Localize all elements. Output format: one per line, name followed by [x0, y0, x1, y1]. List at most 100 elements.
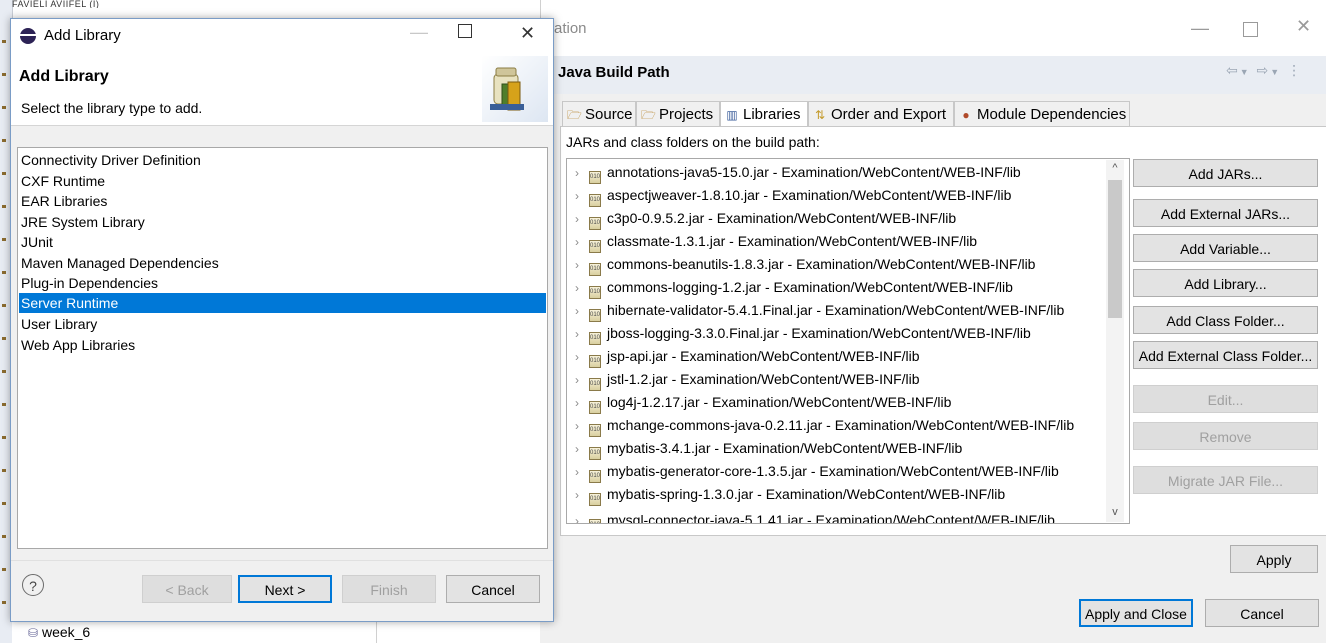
- projects-icon: 🗁: [641, 108, 656, 122]
- back-button[interactable]: < Back: [142, 575, 232, 603]
- jar-file-icon: 010: [589, 171, 601, 184]
- apply-button[interactable]: Apply: [1230, 545, 1318, 573]
- list-item[interactable]: › 010 log4j-1.2.17.jar - Examination/WebCo…: [575, 391, 951, 414]
- list-item[interactable]: › 010 commons-logging-1.2.jar - Examinatio…: [575, 276, 1013, 299]
- back-arrow-icon[interactable]: ⇦: [1226, 62, 1240, 78]
- jar-file-icon: 010: [589, 401, 601, 414]
- background-tick: [2, 271, 6, 274]
- list-item[interactable]: Plug-in Dependencies: [19, 273, 546, 293]
- list-item[interactable]: ›010mysql-connector-java-5.1.41.jar - Ex…: [575, 509, 1055, 523]
- add-jars-button[interactable]: Add JARs...: [1133, 159, 1318, 187]
- tab-libraries[interactable]: ▥ Libraries: [720, 101, 808, 126]
- chevron-right-icon[interactable]: ›: [575, 231, 589, 254]
- next-button[interactable]: Next >: [238, 575, 332, 603]
- chevron-right-icon[interactable]: ›: [575, 300, 589, 323]
- build-path-jar-list[interactable]: › 010 annotations-java5-15.0.jar - Examina…: [566, 158, 1130, 524]
- background-tick: [2, 139, 6, 142]
- jar-file-icon: 010: [589, 263, 601, 276]
- dialog-title: Add Library: [44, 27, 121, 44]
- background-tick: [2, 436, 6, 439]
- scroll-down-icon[interactable]: v: [1108, 506, 1122, 518]
- list-item[interactable]: › 010 c3p0-0.9.5.2.jar - Examination/WebCo…: [575, 207, 956, 230]
- forward-arrow-icon[interactable]: ⇨: [1257, 62, 1271, 78]
- chevron-right-icon[interactable]: ›: [575, 162, 589, 185]
- list-item[interactable]: › 010 mybatis-generator-core-1.3.5.jar - E…: [575, 460, 1059, 483]
- dialog-description: Select the library type to add.: [21, 100, 203, 116]
- list-item[interactable]: › 010 mchange-commons-java-0.2.11.jar - Ex…: [575, 414, 1074, 437]
- list-item[interactable]: › 010 commons-beanutils-1.8.3.jar - Examin…: [575, 253, 1035, 276]
- cancel-button[interactable]: Cancel: [446, 575, 540, 603]
- chevron-right-icon[interactable]: ›: [575, 369, 589, 392]
- tab-source[interactable]: 🗁 Source: [562, 101, 636, 126]
- list-item[interactable]: › 010 mybatis-spring-1.3.0.jar - Examinati…: [575, 483, 1005, 506]
- navigation-icons[interactable]: ⇦▼ ⇨▼ ⋮: [1226, 62, 1303, 79]
- remove-button[interactable]: Remove: [1133, 422, 1318, 450]
- background-tick: [2, 205, 6, 208]
- chevron-right-icon[interactable]: ›: [575, 415, 589, 438]
- add-external-class-folder-button[interactable]: Add External Class Folder...: [1133, 341, 1318, 369]
- add-class-folder-button[interactable]: Add Class Folder...: [1133, 306, 1318, 334]
- chevron-right-icon[interactable]: ›: [575, 438, 589, 461]
- list-item[interactable]: › 010 classmate-1.3.1.jar - Examination/We…: [575, 230, 977, 253]
- add-library-button[interactable]: Add Library...: [1133, 269, 1318, 297]
- list-item[interactable]: › 010 hibernate-validator-5.4.1.Final.jar …: [575, 299, 1064, 322]
- chevron-right-icon[interactable]: ›: [575, 254, 589, 277]
- list-item[interactable]: › 010 jsp-api.jar - Examination/WebContent…: [575, 345, 920, 368]
- chevron-right-icon[interactable]: ›: [575, 346, 589, 369]
- list-item[interactable]: Web App Libraries: [19, 335, 546, 355]
- finish-button[interactable]: Finish: [342, 575, 436, 603]
- menu-icon[interactable]: ⋮: [1287, 62, 1303, 78]
- list-item[interactable]: › 010 mybatis-3.4.1.jar - Examination/WebC…: [575, 437, 962, 460]
- jar-file-icon: 010: [589, 424, 601, 437]
- libraries-icon: ▥: [726, 108, 738, 122]
- migrate-jar-button[interactable]: Migrate JAR File...: [1133, 466, 1318, 494]
- page-title: Java Build Path: [558, 64, 670, 81]
- project-tree-item[interactable]: ⛁ week_6: [12, 622, 377, 643]
- add-variable-button[interactable]: Add Variable...: [1133, 234, 1318, 262]
- cancel-button[interactable]: Cancel: [1205, 599, 1319, 627]
- maximize-icon[interactable]: [1243, 22, 1258, 37]
- tab-order-and-export[interactable]: ⇅ Order and Export: [808, 101, 954, 126]
- chevron-right-icon[interactable]: ›: [575, 484, 589, 507]
- library-type-list[interactable]: Connectivity Driver Definition CXF Runti…: [17, 147, 548, 549]
- list-item-selected[interactable]: Server Runtime: [19, 293, 546, 313]
- scrollbar-thumb[interactable]: [1108, 180, 1122, 318]
- build-path-caption: JARs and class folders on the build path…: [566, 134, 820, 150]
- dropdown-icon[interactable]: ▼: [1240, 67, 1251, 77]
- tab-module-dependencies[interactable]: ● Module Dependencies: [954, 101, 1130, 126]
- list-item[interactable]: JRE System Library: [19, 212, 546, 232]
- chevron-right-icon[interactable]: ›: [575, 392, 589, 415]
- dropdown-icon[interactable]: ▼: [1270, 67, 1281, 77]
- apply-and-close-button[interactable]: Apply and Close: [1079, 599, 1193, 627]
- chevron-right-icon[interactable]: ›: [575, 323, 589, 346]
- chevron-right-icon[interactable]: ›: [575, 277, 589, 300]
- list-item[interactable]: › 010 aspectjweaver-1.8.10.jar - Examinati…: [575, 184, 1011, 207]
- list-item[interactable]: EAR Libraries: [19, 191, 546, 211]
- close-icon[interactable]: ✕: [1296, 16, 1311, 37]
- scroll-up-icon[interactable]: ^: [1108, 162, 1122, 174]
- add-external-jars-button[interactable]: Add External JARs...: [1133, 199, 1318, 227]
- chevron-right-icon[interactable]: ›: [575, 185, 589, 208]
- list-item[interactable]: User Library: [19, 314, 546, 334]
- help-icon[interactable]: ?: [22, 574, 44, 596]
- edit-button[interactable]: Edit...: [1133, 385, 1318, 413]
- tab-projects[interactable]: 🗁 Projects: [636, 101, 720, 126]
- list-item[interactable]: JUnit: [19, 232, 546, 252]
- background-tick: [2, 568, 6, 571]
- background-tick: [2, 370, 6, 373]
- list-item[interactable]: CXF Runtime: [19, 171, 546, 191]
- close-icon[interactable]: ✕: [520, 23, 535, 44]
- list-item[interactable]: Maven Managed Dependencies: [19, 253, 546, 273]
- list-item[interactable]: › 010 jstl-1.2.jar - Examination/WebConten…: [575, 368, 920, 391]
- chevron-right-icon[interactable]: ›: [575, 461, 589, 484]
- list-item[interactable]: › 010 annotations-java5-15.0.jar - Examina…: [575, 161, 1021, 184]
- minimize-icon[interactable]: —: [1191, 18, 1209, 39]
- dialog-heading: Add Library: [19, 68, 109, 85]
- properties-window-title: ation: [554, 20, 587, 37]
- maximize-icon[interactable]: [458, 24, 472, 38]
- chevron-right-icon[interactable]: ›: [575, 510, 589, 523]
- eclipse-icon: [20, 28, 36, 44]
- list-item[interactable]: Connectivity Driver Definition: [19, 150, 546, 170]
- chevron-right-icon[interactable]: ›: [575, 208, 589, 231]
- list-item[interactable]: › 010 jboss-logging-3.3.0.Final.jar - Exam…: [575, 322, 1031, 345]
